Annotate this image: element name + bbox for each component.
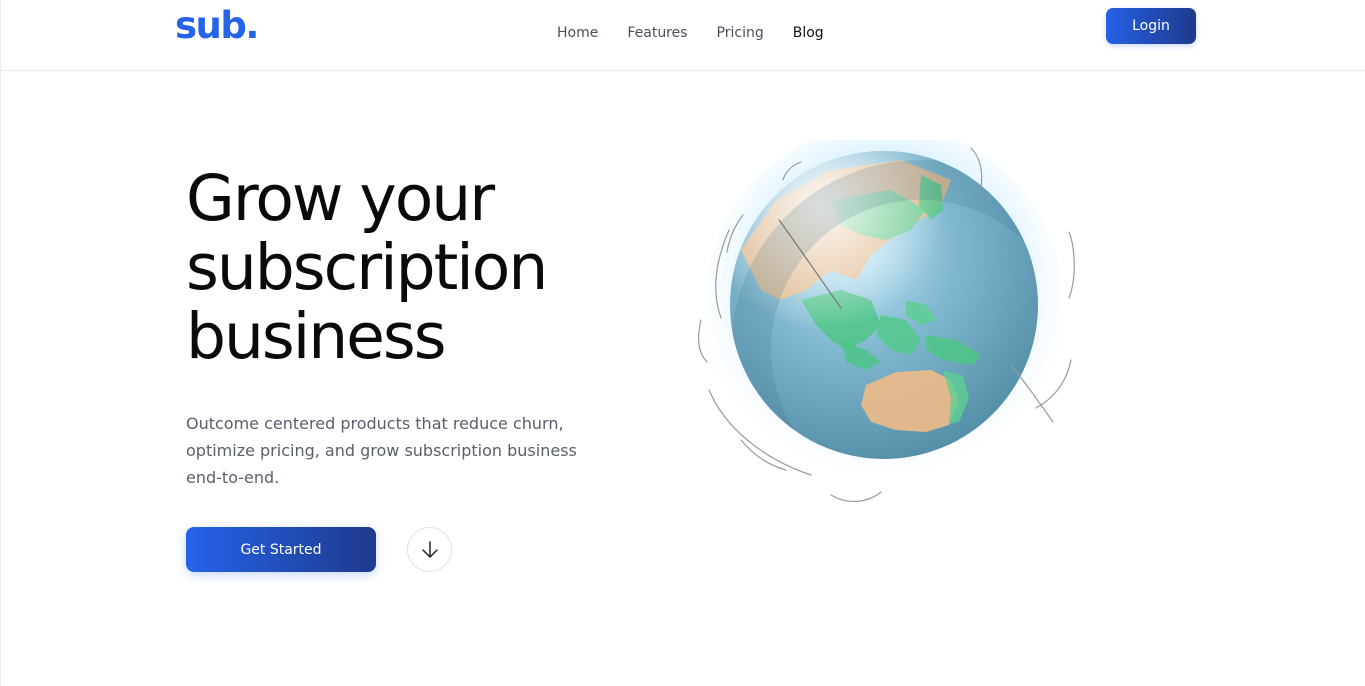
top-navbar: sub. Home Features Pricing Blog Login: [1, 0, 1365, 71]
scroll-down-button[interactable]: [407, 527, 452, 572]
arrow-down-icon: [421, 540, 438, 558]
hero-title: Grow your subscription business: [186, 164, 666, 371]
globe-illustration: [681, 140, 1091, 520]
login-button[interactable]: Login: [1106, 8, 1196, 44]
globe-icon: [697, 140, 1075, 502]
hero-title-line: business: [186, 300, 447, 373]
brand-logo[interactable]: sub.: [175, 4, 259, 48]
nav-link-features[interactable]: Features: [627, 23, 687, 43]
hero-title-line: subscription: [186, 231, 548, 304]
main-nav: Home Features Pricing Blog: [557, 23, 824, 43]
nav-link-pricing[interactable]: Pricing: [717, 23, 764, 43]
hero-title-line: Grow your: [186, 162, 495, 235]
nav-link-blog[interactable]: Blog: [793, 23, 824, 43]
get-started-button[interactable]: Get Started: [186, 527, 376, 572]
landing-page: sub. Home Features Pricing Blog Login Gr…: [0, 0, 1365, 686]
nav-link-home[interactable]: Home: [557, 23, 598, 43]
hero-subtitle: Outcome centered products that reduce ch…: [186, 414, 577, 487]
